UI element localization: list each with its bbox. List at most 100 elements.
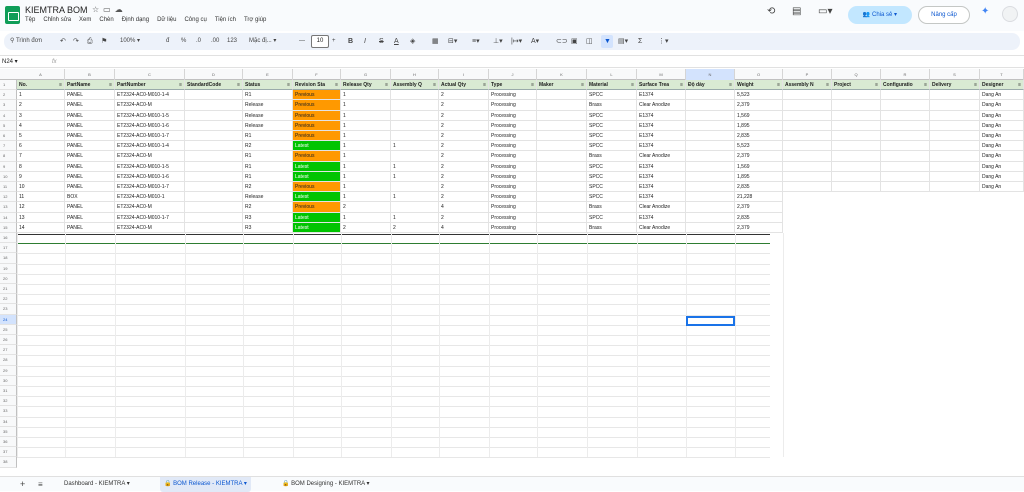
data-cell[interactable] — [930, 100, 980, 111]
menu-6[interactable]: Dữ liệu — [157, 17, 176, 23]
data-cell[interactable]: 1 — [341, 90, 391, 101]
data-cell[interactable]: Processing — [489, 202, 537, 213]
data-cell[interactable]: 3 — [17, 110, 65, 121]
data-cell[interactable]: 2 — [439, 192, 489, 203]
filter-icon[interactable]: ≡ — [875, 80, 878, 89]
column-header-E[interactable]: E — [243, 69, 293, 80]
header-cell[interactable]: Weight ≡ — [735, 80, 783, 91]
data-cell[interactable]: SPCC — [587, 110, 637, 121]
data-cell[interactable] — [391, 90, 439, 101]
data-cell[interactable]: 2 — [439, 131, 489, 142]
italic-icon[interactable]: I — [364, 33, 366, 50]
data-cell[interactable]: PANEL — [65, 141, 115, 152]
data-cell[interactable]: Previous — [293, 202, 341, 213]
menu-1[interactable]: Tệp — [25, 17, 35, 23]
data-cell[interactable] — [537, 141, 587, 152]
data-cell[interactable] — [881, 120, 930, 131]
data-cell[interactable]: 2 — [439, 100, 489, 111]
data-cell[interactable] — [686, 171, 735, 182]
header-cell[interactable]: Release Qty ≡ — [341, 80, 391, 91]
row-header-22[interactable]: 22 — [0, 294, 17, 305]
header-cell[interactable]: Type ≡ — [489, 80, 537, 91]
chart-icon[interactable]: ◫ — [586, 33, 593, 50]
row-header-9[interactable]: 9 — [0, 161, 17, 172]
font-size-input[interactable]: 10 — [311, 35, 329, 48]
data-cell[interactable]: 2,835 — [735, 131, 783, 142]
data-cell[interactable] — [881, 171, 930, 182]
data-cell[interactable] — [686, 120, 735, 131]
fill-color-icon[interactable]: ◈ — [410, 33, 415, 50]
data-cell[interactable]: 7 — [17, 151, 65, 162]
data-cell[interactable]: Clear Anodize — [637, 100, 686, 111]
filter-icon[interactable]: ≡ — [631, 80, 634, 89]
row-header-25[interactable]: 25 — [0, 324, 17, 335]
data-cell[interactable]: ET2324-AC0-M010-1-7 — [115, 182, 185, 193]
header-cell[interactable]: Status ≡ — [243, 80, 293, 91]
data-cell[interactable]: Processing — [489, 212, 537, 223]
column-header-L[interactable]: L — [587, 69, 637, 80]
sheet-tab-1[interactable]: Dashboard - KIEMTRA ▾ — [60, 477, 134, 492]
data-cell[interactable]: 1 — [341, 100, 391, 111]
data-cell[interactable]: ET2324-AC0-M010-1-4 — [115, 90, 185, 101]
print-icon[interactable]: ⎙ — [87, 33, 93, 50]
data-cell[interactable]: R1 — [243, 131, 293, 142]
meet-icon[interactable]: ▭▾ — [818, 6, 832, 17]
strikethrough-icon[interactable]: S — [379, 33, 384, 50]
data-cell[interactable]: 2 — [439, 182, 489, 193]
row-header-24[interactable]: 24 — [0, 314, 17, 325]
data-cell[interactable] — [686, 182, 735, 193]
data-cell[interactable]: Dang An — [980, 110, 1024, 121]
document-title[interactable]: KIEMTRA BOM — [25, 5, 88, 15]
undo-icon[interactable]: ↶ — [60, 33, 66, 50]
data-cell[interactable] — [185, 120, 243, 131]
data-cell[interactable]: SPCC — [587, 212, 637, 223]
data-cell[interactable] — [832, 131, 881, 142]
data-cell[interactable] — [783, 161, 832, 172]
functions-icon[interactable]: Σ — [638, 33, 642, 50]
data-cell[interactable] — [686, 161, 735, 172]
data-cell[interactable] — [185, 192, 243, 203]
data-cell[interactable]: 14 — [17, 222, 65, 233]
data-cell[interactable]: Latest — [293, 192, 341, 203]
font-size-decrease-button[interactable]: — — [299, 33, 305, 50]
row-header-34[interactable]: 34 — [0, 416, 17, 427]
data-cell[interactable]: ET2324-AC0-M010-1-7 — [115, 131, 185, 142]
data-cell[interactable]: ET2324-AC0-M010-1-6 — [115, 171, 185, 182]
menu-3[interactable]: Xem — [79, 17, 91, 23]
data-cell[interactable] — [930, 151, 980, 162]
row-header-8[interactable]: 8 — [0, 151, 17, 162]
data-cell[interactable]: Processing — [489, 90, 537, 101]
data-cell[interactable] — [537, 171, 587, 182]
borders-icon[interactable]: ▦ — [432, 33, 439, 50]
filter-icon[interactable]: ≡ — [483, 80, 486, 89]
data-cell[interactable]: 1 — [341, 192, 391, 203]
row-header-13[interactable]: 13 — [0, 202, 17, 213]
filter-icon[interactable]: ≡ — [433, 80, 436, 89]
star-icon[interactable]: ☆ — [92, 5, 103, 14]
column-header-N[interactable]: N — [686, 69, 735, 80]
filter-icon[interactable]: ≡ — [974, 80, 977, 89]
menu-2[interactable]: Chỉnh sửa — [43, 17, 71, 23]
link-icon[interactable]: ⊂⊃ — [556, 33, 568, 50]
data-cell[interactable] — [930, 110, 980, 121]
data-cell[interactable]: 1 — [341, 141, 391, 152]
data-cell[interactable]: SPCC — [587, 161, 637, 172]
data-cell[interactable]: 1 — [341, 161, 391, 172]
menu-5[interactable]: Định dạng — [122, 17, 149, 23]
data-cell[interactable]: 2,379 — [735, 151, 783, 162]
data-cell[interactable]: R2 — [243, 141, 293, 152]
row-header-20[interactable]: 20 — [0, 273, 17, 284]
data-cell[interactable]: E1374 — [637, 131, 686, 142]
data-cell[interactable] — [930, 171, 980, 182]
gemini-icon[interactable]: ✦ — [981, 6, 989, 17]
row-header-14[interactable]: 14 — [0, 212, 17, 223]
cloud-status-icon[interactable]: ☁ — [115, 5, 127, 14]
data-cell[interactable]: Latest — [293, 161, 341, 172]
data-cell[interactable]: Clear Anodize — [637, 151, 686, 162]
data-cell[interactable] — [686, 90, 735, 101]
filter-icon[interactable]: ≡ — [680, 80, 683, 89]
data-cell[interactable]: Previous — [293, 182, 341, 193]
data-cell[interactable]: Dang An — [980, 90, 1024, 101]
data-cell[interactable]: Processing — [489, 151, 537, 162]
row-header-32[interactable]: 32 — [0, 396, 17, 407]
